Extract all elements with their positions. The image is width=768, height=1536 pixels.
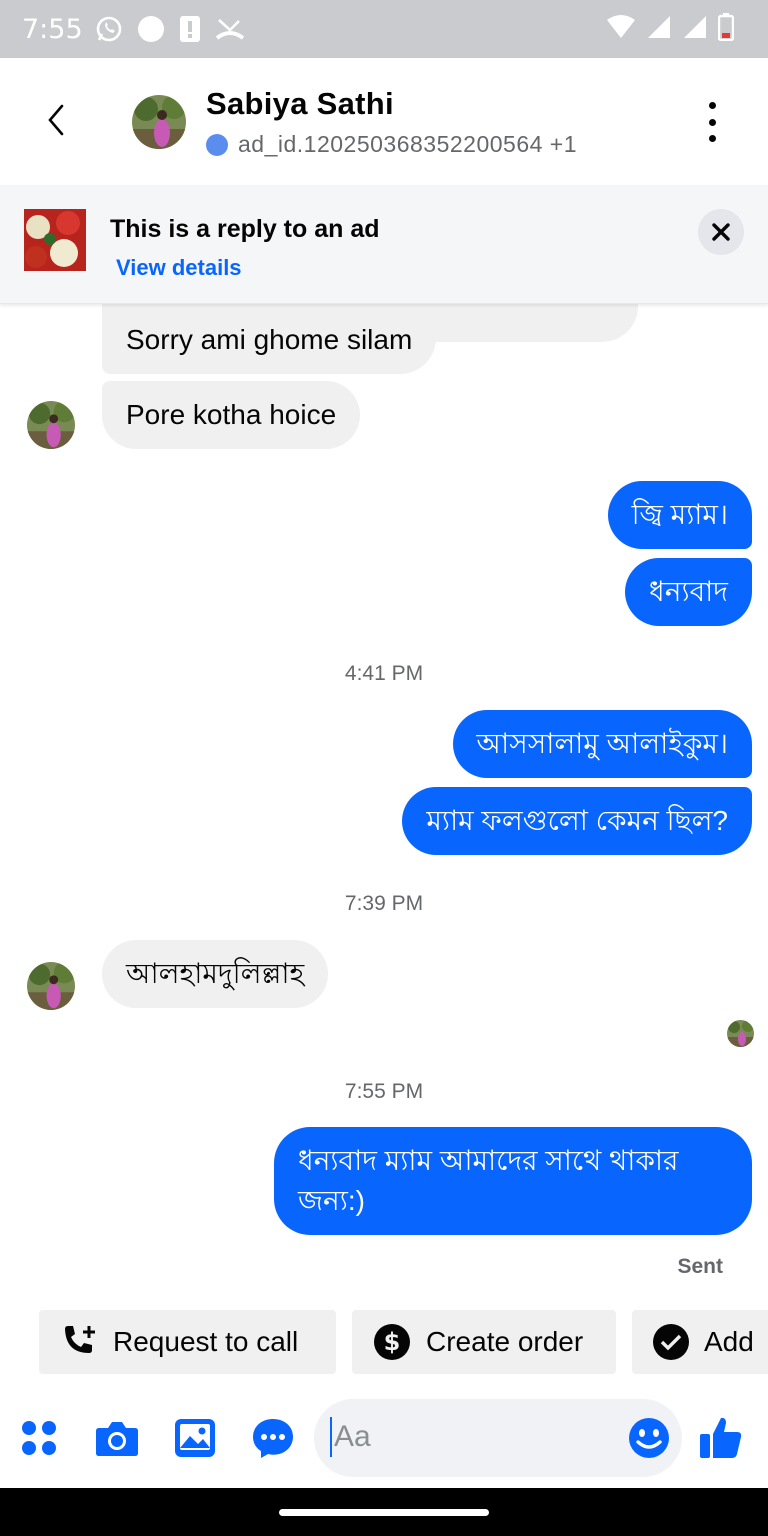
like-icon[interactable]	[698, 1414, 744, 1460]
close-icon	[712, 223, 730, 241]
view-details-link[interactable]: View details	[116, 255, 242, 281]
sender-avatar[interactable]	[27, 401, 75, 449]
message-composer	[0, 1396, 768, 1482]
home-handle[interactable]	[279, 1509, 489, 1516]
add-chip[interactable]: Add	[632, 1310, 768, 1374]
message-line: জন্য:)	[298, 1185, 365, 1216]
signal-icon	[682, 14, 708, 45]
message-bubble-incoming[interactable]: Pore kotha hoice	[102, 381, 361, 449]
ad-reply-banner: This is a reply to an ad View details	[0, 185, 768, 304]
phone-plus-icon	[59, 1322, 99, 1362]
close-banner-button[interactable]	[698, 209, 744, 255]
status-dot	[206, 133, 228, 156]
chat-bubble-icon[interactable]	[251, 1416, 295, 1460]
message-bubble-outgoing[interactable]: আসসালামু আলাইকুম।	[452, 710, 752, 778]
missed-call-icon	[215, 16, 245, 42]
status-time: 7:55	[22, 13, 83, 45]
timestamp: 7:39 PM	[344, 892, 424, 915]
seen-indicator-avatar	[727, 1020, 754, 1047]
message-input[interactable]	[330, 1417, 620, 1457]
more-options-button[interactable]	[702, 102, 722, 142]
circle-icon	[137, 15, 165, 43]
message-input-wrapper	[314, 1399, 682, 1477]
camera-icon[interactable]	[95, 1416, 139, 1460]
message-bubble-outgoing[interactable]: ধন্যবাদ ম্যাম আমাদের সাথে থাকার জন্য:)	[274, 1127, 752, 1235]
timestamp: 7:55 PM	[344, 1080, 424, 1103]
message-bubble-incoming[interactable]: Sorry ami ghome silam	[102, 306, 437, 374]
gallery-icon[interactable]	[173, 1416, 217, 1460]
chip-label: Create order	[426, 1326, 584, 1357]
dollar-icon: $	[372, 1322, 412, 1362]
sent-status: Sent	[677, 1255, 723, 1278]
battery-icon	[717, 13, 735, 46]
status-bar: 7:55	[0, 0, 768, 58]
whatsapp-icon	[95, 15, 123, 43]
chip-label: Add	[704, 1326, 754, 1357]
wifi-icon	[606, 14, 636, 45]
svg-text:$: $	[384, 1328, 401, 1356]
message-bubble-outgoing[interactable]: ম্যাম ফলগুলো কেমন ছিল?	[402, 787, 752, 855]
request-to-call-chip[interactable]: Request to call	[39, 1310, 336, 1374]
contact-avatar[interactable]	[132, 95, 186, 149]
ad-banner-title: This is a reply to an ad	[110, 215, 380, 243]
message-bubble-outgoing[interactable]: ধন্যবাদ	[625, 558, 752, 626]
contact-subtitle: ad_id.120250368352200564 +1	[206, 131, 577, 158]
message-bubble-outgoing[interactable]: জ্বি ম্যাম।	[607, 481, 752, 549]
contact-name: Sabiya Sathi	[206, 86, 394, 121]
sender-avatar[interactable]	[27, 962, 75, 1010]
check-circle-icon	[652, 1322, 690, 1362]
ad-id-label: ad_id.120250368352200564 +1	[238, 131, 578, 157]
emoji-icon[interactable]	[628, 1417, 670, 1459]
apps-icon[interactable]	[17, 1416, 61, 1460]
alert-icon	[179, 15, 201, 43]
back-button[interactable]	[36, 98, 76, 142]
message-bubble-incoming[interactable]: আলহামদুলিল্লাহ	[102, 940, 329, 1008]
system-navigation-bar	[0, 1488, 768, 1536]
message-line: ধন্যবাদ ম্যাম আমাদের সাথে থাকার	[298, 1145, 679, 1176]
ad-thumbnail[interactable]	[24, 209, 86, 271]
signal-icon	[646, 14, 672, 45]
chip-label: Request to call	[113, 1326, 299, 1357]
create-order-chip[interactable]: $ Create order	[352, 1310, 616, 1374]
timestamp: 4:41 PM	[344, 662, 424, 685]
chevron-left-icon	[48, 104, 64, 136]
chat-header: Sabiya Sathi ad_id.120250368352200564 +1	[0, 58, 768, 184]
